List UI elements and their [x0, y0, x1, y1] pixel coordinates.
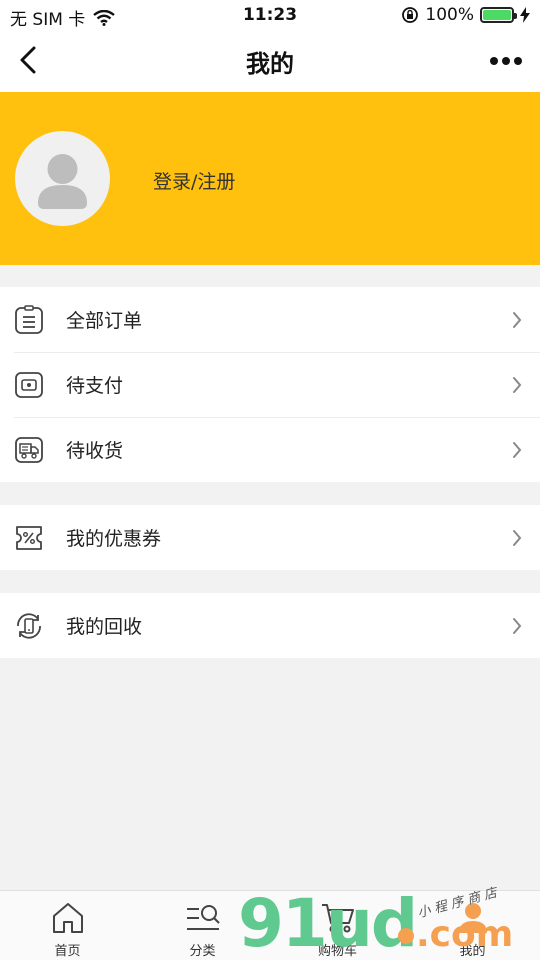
menu-item-label: 待收货	[66, 440, 124, 462]
tab-label: 分类	[189, 944, 216, 959]
nav-bar: 我的	[0, 30, 540, 92]
chevron-right-icon	[510, 528, 524, 548]
battery-icon	[480, 7, 517, 23]
battery-fill	[483, 10, 511, 20]
menu-item-all-orders[interactable]: 全部订单	[0, 287, 540, 352]
wallet-icon	[14, 370, 44, 400]
tab-label: 我的	[459, 944, 486, 959]
chevron-right-icon	[510, 440, 524, 460]
chevron-right-icon	[510, 375, 524, 395]
tab-label: 首页	[54, 944, 81, 959]
default-avatar-icon	[38, 154, 87, 209]
menu-item-label: 全部订单	[66, 310, 143, 332]
more-dot-icon	[502, 57, 510, 65]
recycle-phone-icon	[14, 611, 44, 641]
menu-item-pending-delivery[interactable]: 待收货	[0, 417, 540, 482]
recycle-menu-group: 我的回收	[0, 593, 540, 658]
truck-icon	[14, 435, 44, 465]
cart-icon	[318, 899, 358, 937]
chevron-right-icon	[510, 616, 524, 636]
more-button[interactable]	[486, 44, 526, 78]
menu-item-label: 待支付	[66, 375, 124, 397]
tab-category[interactable]: 分类	[135, 891, 270, 960]
tab-mine[interactable]: 我的	[405, 891, 540, 960]
menu-item-pending-payment[interactable]: 待支付	[0, 352, 540, 417]
chevron-right-icon	[510, 310, 524, 330]
user-icon	[453, 899, 493, 937]
tab-home[interactable]: 首页	[0, 891, 135, 960]
home-icon	[48, 899, 88, 937]
more-dot-icon	[514, 57, 522, 65]
coupon-menu-group: 我的优惠券	[0, 505, 540, 570]
more-dot-icon	[490, 57, 498, 65]
tab-label: 购物车	[317, 944, 357, 959]
charging-bolt-icon	[520, 7, 530, 23]
coupon-icon	[14, 523, 44, 553]
battery-percent: 100%	[425, 5, 474, 25]
rotation-lock-icon	[402, 7, 419, 23]
status-bar: 无 SIM 卡 11:23 100%	[0, 0, 540, 30]
status-right: 100%	[401, 5, 530, 25]
page-title: 我的	[246, 50, 294, 78]
orders-menu-group: 全部订单 待支付 待收货	[0, 287, 540, 482]
menu-item-coupons[interactable]: 我的优惠券	[0, 505, 540, 570]
menu-item-recycle[interactable]: 我的回收	[0, 593, 540, 658]
profile-header: 登录/注册	[0, 92, 540, 265]
tab-bar: 首页 分类 购物车 我的	[0, 890, 540, 960]
avatar[interactable]	[15, 131, 110, 226]
category-search-icon	[183, 899, 223, 937]
menu-item-label: 我的回收	[66, 616, 143, 638]
login-register-link[interactable]: 登录/注册	[153, 167, 235, 194]
tab-cart[interactable]: 购物车	[270, 891, 405, 960]
order-list-icon	[14, 304, 44, 335]
menu-item-label: 我的优惠券	[66, 528, 162, 550]
